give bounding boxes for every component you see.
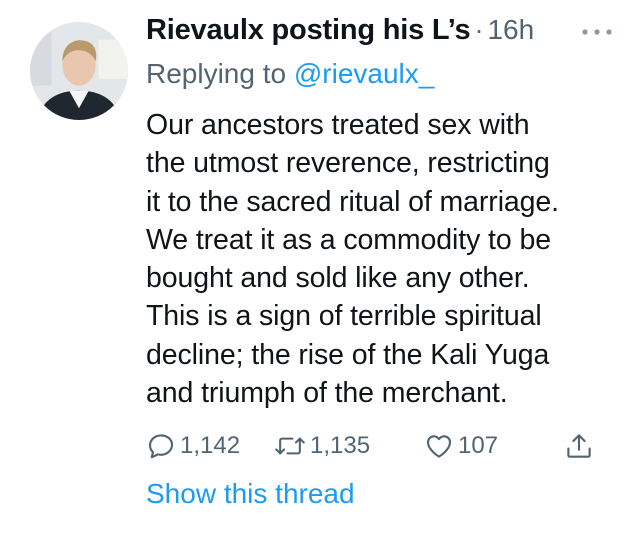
action-bar: 1,142 1,135 107 [146, 424, 596, 468]
tweet-text-line: bought and sold like any other. [146, 262, 530, 295]
timestamp[interactable]: 16h [487, 14, 534, 45]
tweet-text-line: We treat it as a commodity to be [146, 223, 551, 256]
replying-prefix: Replying to [146, 58, 294, 89]
retweet-count: 1,135 [310, 432, 371, 459]
heart-icon [426, 435, 452, 458]
tweet-header: Rievaulx posting his L’s · 16h [146, 14, 616, 58]
more-icon[interactable] [578, 22, 616, 42]
reply-icon [148, 434, 174, 459]
like-count: 107 [458, 432, 499, 459]
show-thread-link[interactable]: Show this thread [146, 478, 355, 510]
share-button[interactable] [564, 424, 594, 468]
tweet-text-line: This is a sign of terrible spiritual [146, 300, 542, 333]
avatar-image [30, 22, 128, 120]
tweet-text-line: Our ancestors treated sex with [146, 109, 530, 141]
share-icon [567, 434, 591, 458]
retweet-icon [275, 437, 305, 455]
retweet-button[interactable]: 1,135 [274, 424, 370, 468]
avatar[interactable] [30, 22, 128, 120]
reply-count: 1,142 [180, 432, 241, 459]
author-name[interactable]: Rievaulx posting his L’s [146, 14, 471, 46]
like-button[interactable]: 107 [424, 424, 498, 468]
reply-handle-link[interactable]: @rievaulx_ [294, 58, 434, 89]
tweet-text: Our ancestors treated sex with the utmos… [146, 106, 616, 412]
replying-to: Replying to @rievaulx_ [146, 58, 434, 90]
tweet-text-line: decline; the rise of the Kali Yuga [146, 338, 550, 371]
header-separator: · [474, 15, 484, 45]
reply-button[interactable]: 1,142 [146, 424, 240, 468]
tweet-text-line: the utmost reverence, restricting [146, 147, 550, 180]
tweet-text-line: it to the sacred ritual of marriage. [146, 185, 560, 218]
tweet-text-line: and triumph of the merchant. [146, 377, 508, 410]
